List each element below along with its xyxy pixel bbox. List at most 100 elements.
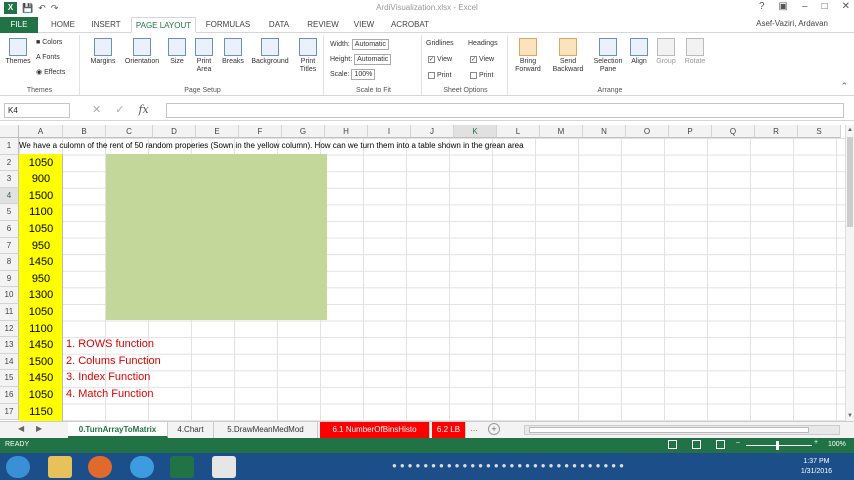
column-header[interactable]: J (411, 125, 454, 138)
headings-print-checkbox[interactable]: Print (470, 71, 493, 80)
rent-value-cell[interactable]: 1050 (19, 304, 63, 321)
tab-file[interactable]: FILE (0, 17, 38, 33)
column-header[interactable]: P (669, 125, 712, 138)
rent-value-cell[interactable]: 1050 (19, 221, 63, 238)
width-dropdown[interactable]: Automatic (351, 39, 389, 50)
horizontal-scrollbar[interactable] (524, 425, 840, 435)
horizontal-scroll-thumb[interactable] (529, 427, 809, 433)
column-header[interactable]: H (325, 125, 368, 138)
rent-value-cell[interactable]: 1100 (19, 321, 63, 338)
row-header[interactable]: 7 (0, 237, 19, 255)
themes-button[interactable]: Themes (3, 38, 33, 66)
rent-value-cell[interactable]: 1450 (19, 370, 63, 387)
column-header[interactable]: Q (712, 125, 755, 138)
row-header[interactable]: 3 (0, 171, 19, 188)
rent-value-cell[interactable]: 1050 (19, 387, 63, 404)
effects-button[interactable]: ◉ Effects (36, 68, 65, 77)
start-button-icon[interactable] (6, 456, 30, 478)
rent-value-cell[interactable]: 900 (19, 171, 63, 188)
row-header[interactable]: 10 (0, 287, 19, 304)
tab-page-layout[interactable]: PAGE LAYOUT (131, 17, 196, 33)
prev-sheet-icon[interactable]: ◀ (18, 424, 24, 433)
maximize-icon[interactable]: □ (822, 1, 828, 12)
colors-button[interactable]: ■ Colors (36, 38, 62, 47)
group-button[interactable]: Group (652, 38, 680, 66)
row-header[interactable]: 17 (0, 403, 19, 421)
row-header[interactable]: 11 (0, 304, 19, 321)
height-dropdown[interactable]: Automatic (354, 54, 392, 65)
zoom-in-icon[interactable]: + (814, 439, 818, 446)
scroll-up-icon[interactable]: ▲ (847, 127, 853, 133)
enter-icon[interactable]: ✓ (115, 103, 124, 116)
align-button[interactable]: Align (628, 38, 650, 66)
breaks-button[interactable]: Breaks (220, 38, 246, 66)
vertical-scrollbar[interactable]: ▲ ▼ (845, 125, 854, 421)
column-header[interactable]: B (63, 125, 106, 138)
row-header[interactable]: 4 (0, 187, 19, 205)
scroll-down-icon[interactable]: ▼ (847, 413, 853, 419)
sheet-tab-number-of-bins[interactable]: 6.1 NumberOfBinsHisto (320, 422, 430, 438)
orientation-button[interactable]: Orientation (120, 38, 164, 66)
margins-button[interactable]: Margins (88, 38, 118, 66)
system-tray[interactable]: ●●●●●●●●●●●●●●●●●●●●●●●●●●●●●● (392, 461, 772, 471)
zoom-slider[interactable] (746, 445, 812, 446)
tab-view[interactable]: VIEW (349, 17, 379, 33)
gridlines-print-checkbox[interactable]: Print (428, 71, 451, 80)
user-name[interactable]: Asef-Vaziri, Ardavan (756, 19, 828, 28)
print-titles-button[interactable]: Print Titles (294, 38, 322, 74)
formula-input[interactable] (166, 103, 844, 118)
row-header[interactable]: 1 (0, 138, 19, 155)
rent-value-cell[interactable]: 1050 (19, 155, 63, 172)
send-backward-button[interactable]: Send Backward (548, 38, 588, 74)
background-button[interactable]: Background (248, 38, 292, 66)
gridlines-view-checkbox[interactable]: ✓ View (428, 55, 452, 64)
tab-formulas[interactable]: FORMULAS (201, 17, 255, 33)
rent-value-cell[interactable]: 1300 (19, 287, 63, 304)
print-area-button[interactable]: Print Area (190, 38, 218, 74)
select-all-corner[interactable] (0, 125, 19, 138)
firefox-icon[interactable] (88, 456, 112, 478)
zoom-level[interactable]: 100% (828, 441, 846, 448)
row-header[interactable]: 6 (0, 221, 19, 238)
next-sheet-icon[interactable]: ▶ (36, 424, 42, 433)
zoom-out-icon[interactable]: – (736, 439, 740, 446)
help-icon[interactable]: ? (759, 1, 765, 12)
rent-value-cell[interactable]: 1100 (19, 204, 63, 221)
bring-forward-button[interactable]: Bring Forward (510, 38, 546, 74)
tab-data[interactable]: DATA (262, 17, 296, 33)
rent-value-cell[interactable]: 1150 (19, 404, 63, 421)
size-button[interactable]: Size (166, 38, 188, 66)
column-header[interactable]: F (239, 125, 282, 138)
rotate-button[interactable]: Rotate (682, 38, 708, 66)
tab-acrobat[interactable]: ACROBAT (386, 17, 434, 33)
camtasia-icon[interactable] (212, 456, 236, 478)
row-header[interactable]: 13 (0, 337, 19, 354)
scroll-thumb[interactable] (847, 137, 853, 227)
fonts-button[interactable]: A Fonts (36, 53, 60, 62)
column-header[interactable]: N (583, 125, 626, 138)
sheet-tab-draw-mean[interactable]: 5.DrawMeanMedMod (214, 422, 318, 438)
new-sheet-icon[interactable]: + (488, 423, 500, 435)
row-header[interactable]: 14 (0, 353, 19, 371)
column-header[interactable]: R (755, 125, 798, 138)
row-header[interactable]: 16 (0, 387, 19, 404)
rent-value-cell[interactable]: 1500 (19, 354, 63, 371)
ribbon-display-icon[interactable]: ▣ (779, 1, 788, 12)
row-header[interactable]: 2 (0, 154, 19, 172)
column-header[interactable]: O (626, 125, 669, 138)
sheet-tab-turn-array[interactable]: 0.TurnArrayToMatrix (68, 422, 168, 438)
rent-value-cell[interactable]: 1450 (19, 337, 63, 354)
column-header[interactable]: L (497, 125, 540, 138)
page-layout-view-icon[interactable] (692, 440, 701, 449)
tab-insert[interactable]: INSERT (86, 17, 126, 33)
tab-home[interactable]: HOME (44, 17, 82, 33)
worksheet-grid[interactable]: ABCDEFGHIJKLMNOPQRS 1 2 3 4 5 6 7 8 9 10 11 12 13 14 1… (0, 125, 845, 421)
collapse-ribbon-icon[interactable]: ⌃ (840, 81, 848, 92)
column-header[interactable]: S (798, 125, 841, 138)
cancel-icon[interactable]: ✕ (92, 103, 101, 116)
rent-value-cell[interactable]: 950 (19, 271, 63, 288)
sheet-tab-lb[interactable]: 6.2 LB (432, 422, 466, 438)
insert-function-icon[interactable]: fx (138, 103, 148, 116)
row-header[interactable]: 8 (0, 254, 19, 271)
column-header[interactable]: D (153, 125, 196, 138)
